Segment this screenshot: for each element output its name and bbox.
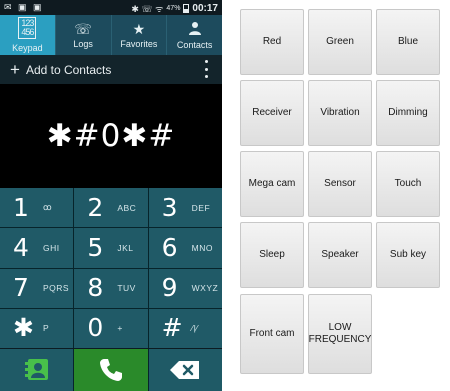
dialer-tabs: 123 456 Keypad ☏ Logs ★ Favorites Contact… [0, 15, 222, 55]
key-digit: 0 [87, 313, 104, 343]
keypad-icon: 123 456 [18, 17, 37, 39]
phone-icon [99, 359, 122, 381]
key-3[interactable]: 3 DEF [148, 188, 222, 228]
key-digit: 9 [161, 273, 178, 303]
key-letters: WXYZ [191, 283, 219, 294]
test-sleep-button[interactable]: Sleep [240, 222, 304, 288]
key-letters: DEF [191, 202, 211, 213]
plus-icon[interactable]: + [10, 61, 20, 78]
contact-card-icon [24, 359, 48, 380]
key-letters: + [117, 323, 123, 334]
test-vibration-button[interactable]: Vibration [308, 80, 372, 146]
key-9[interactable]: 9 WXYZ [148, 268, 222, 308]
tab-keypad[interactable]: 123 456 Keypad [0, 15, 56, 55]
key-letters: P [43, 323, 50, 334]
key-5[interactable]: 5 JKL [74, 228, 148, 268]
key-digit: # [161, 313, 183, 343]
key-hash[interactable]: # ⁄|⁄ [148, 308, 222, 348]
test-touch-button[interactable]: Touch [376, 151, 440, 217]
key-digit: 8 [87, 273, 104, 303]
person-icon [188, 21, 202, 38]
hw-test-menu: Red Green Blue Receiver Vibration Dimmin… [222, 0, 450, 391]
number-display: ✱#0✱# [0, 84, 222, 188]
test-red-button[interactable]: Red [240, 9, 304, 75]
test-mega-cam-button[interactable]: Mega cam [240, 151, 304, 217]
key-digit: 5 [87, 232, 104, 262]
key-digit: 1 [13, 192, 29, 222]
voicemail-icon: ꝏ [43, 202, 53, 213]
call-button[interactable] [74, 349, 148, 391]
test-sensor-button[interactable]: Sensor [308, 151, 372, 217]
tab-label: Logs [73, 39, 93, 49]
test-dimming-button[interactable]: Dimming [376, 80, 440, 146]
tab-label: Favorites [120, 39, 158, 49]
tab-favorites[interactable]: ★ Favorites [112, 15, 168, 55]
test-blue-button[interactable]: Blue [376, 9, 440, 75]
key-7[interactable]: 7 PQRS [0, 268, 74, 308]
key-star[interactable]: ✱ P [0, 308, 74, 348]
key-letters: PQRS [43, 283, 70, 294]
tab-label: Contacts [176, 39, 213, 50]
tab-logs[interactable]: ☏ Logs [56, 15, 112, 55]
test-sub-key-button[interactable]: Sub key [376, 222, 440, 288]
phone-dialer: ✉ ▣ ▣ ✱ ☏ ᯤ 47% 00:17 123 456 Keypad ☏ Lo… [0, 0, 222, 391]
backspace-icon [170, 361, 200, 379]
status-bar: ✉ ▣ ▣ ✱ ☏ ᯤ 47% 00:17 [0, 0, 222, 15]
key-digit: 7 [13, 273, 29, 303]
notification-icons: ✉ ▣ ▣ [4, 2, 44, 12]
battery-icon [183, 4, 190, 13]
logs-icon: ☏ [74, 21, 92, 37]
status-icons-group: ✱ ☏ ᯤ 47% 00:17 [131, 2, 218, 15]
test-green-button[interactable]: Green [308, 9, 372, 75]
system-status-icons: ✱ ☏ ᯤ [131, 4, 164, 14]
contact-card-button[interactable] [0, 349, 74, 391]
clock-time: 00:17 [192, 3, 218, 14]
test-front-cam-button[interactable]: Front cam [240, 294, 304, 374]
key-letters: MNO [191, 242, 213, 253]
backspace-button[interactable] [148, 349, 222, 391]
dialed-number[interactable]: ✱#0✱# [47, 118, 176, 154]
key-digit: 4 [13, 232, 29, 262]
add-to-contacts-bar: + Add to Contacts [0, 55, 222, 84]
key-2[interactable]: 2 ABC [74, 188, 148, 228]
key-8[interactable]: 8 TUV [74, 268, 148, 308]
battery-percent: 47% [166, 5, 181, 12]
add-to-contacts-button[interactable]: Add to Contacts [26, 63, 111, 77]
dialer-actions [0, 349, 222, 391]
test-receiver-button[interactable]: Receiver [240, 80, 304, 146]
key-letters: JKL [117, 242, 134, 253]
key-letters: GHI [43, 242, 60, 253]
tab-contacts[interactable]: Contacts [167, 15, 222, 55]
key-letters: ABC [117, 202, 137, 213]
key-4[interactable]: 4 GHI [0, 228, 74, 268]
key-letters: TUV [117, 283, 136, 294]
key-digit: ✱ [13, 313, 34, 343]
tab-label: Keypad [12, 43, 43, 53]
key-6[interactable]: 6 MNO [148, 228, 222, 268]
key-0[interactable]: 0 + [74, 308, 148, 348]
more-options-icon[interactable] [205, 60, 209, 78]
key-1[interactable]: 1ꝏ [0, 188, 74, 228]
star-icon: ★ [132, 21, 146, 37]
test-speaker-button[interactable]: Speaker [308, 222, 372, 288]
key-digit: 3 [161, 192, 178, 222]
test-low-frequency-button[interactable]: LOW FREQUENCY [308, 294, 372, 374]
mute-icon: ⁄|⁄ [191, 323, 199, 334]
dial-keypad: 1ꝏ 2 ABC 3 DEF 4 GHI 5 JKL 6 MNO 7 PQRS 8 TUV 9… [0, 188, 222, 348]
key-digit: 2 [87, 192, 104, 222]
key-digit: 6 [161, 232, 178, 262]
